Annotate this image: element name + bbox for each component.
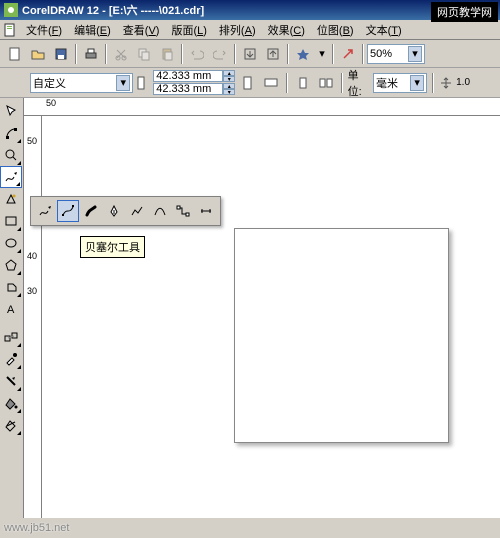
- redo-button[interactable]: [209, 43, 231, 65]
- separator: [332, 44, 334, 64]
- nudge-value: 1.0: [456, 77, 470, 88]
- menu-arrange[interactable]: 排列(A): [213, 20, 262, 40]
- fill-tool[interactable]: [0, 392, 22, 414]
- ruler-tick: 30: [27, 286, 37, 296]
- print-button[interactable]: [80, 43, 102, 65]
- page-rect: [234, 228, 449, 443]
- corel-online-button[interactable]: [337, 43, 359, 65]
- spin-down[interactable]: ▾: [223, 89, 235, 95]
- polyline-tool-flyout[interactable]: [126, 200, 148, 222]
- interactive-fill-tool[interactable]: [0, 414, 22, 436]
- save-button[interactable]: [50, 43, 72, 65]
- menu-layout[interactable]: 版面(L): [165, 20, 212, 40]
- undo-button[interactable]: [186, 43, 208, 65]
- page-single-button[interactable]: [293, 72, 313, 94]
- freehand-tool-flyout[interactable]: [34, 200, 56, 222]
- menubar: 文件(F) 编辑(E) 查看(V) 版面(L) 排列(A) 效果(C) 位图(B…: [0, 20, 500, 40]
- separator: [234, 44, 236, 64]
- titlebar-text: CorelDRAW 12 - [E:\六 -----\021.cdr]: [22, 2, 496, 18]
- menu-file[interactable]: 文件(F): [20, 20, 68, 40]
- app-launcher-button[interactable]: [292, 43, 314, 65]
- app-icon: [4, 3, 18, 17]
- page-width-input[interactable]: 42.333 mm: [153, 70, 223, 82]
- zoom-tool[interactable]: [0, 144, 22, 166]
- ruler-tick: 50: [46, 98, 56, 108]
- menu-text[interactable]: 文本(T): [360, 20, 408, 40]
- titlebar: CorelDRAW 12 - [E:\六 -----\021.cdr]: [0, 0, 500, 20]
- separator: [75, 44, 77, 64]
- bezier-tool-flyout[interactable]: [57, 200, 79, 222]
- unit-label: 单位:: [348, 67, 370, 99]
- landscape-button[interactable]: [261, 72, 281, 94]
- three-point-curve-flyout[interactable]: [149, 200, 171, 222]
- menu-view[interactable]: 查看(V): [117, 20, 166, 40]
- property-bar: 自定义 ▾ 42.333 mm▴▾ 42.333 mm▴▾ 单位: 毫米 ▾ 1…: [0, 68, 500, 98]
- ruler-tick: 40: [27, 251, 37, 261]
- zoom-value: 50%: [370, 48, 392, 60]
- document-icon: [2, 22, 18, 38]
- copy-button: [133, 43, 155, 65]
- separator: [181, 44, 183, 64]
- new-button[interactable]: [4, 43, 26, 65]
- canvas-area[interactable]: 50 50 40 30 贝塞尔工具: [24, 98, 500, 518]
- separator: [341, 73, 343, 93]
- separator: [105, 44, 107, 64]
- ellipse-tool[interactable]: [0, 232, 22, 254]
- chevron-down-icon[interactable]: ▾: [116, 75, 130, 91]
- ruler-horizontal[interactable]: 50: [24, 98, 500, 116]
- separator: [286, 73, 288, 93]
- open-button[interactable]: [27, 43, 49, 65]
- separator: [362, 44, 364, 64]
- cut-button: [110, 43, 132, 65]
- import-button[interactable]: [239, 43, 261, 65]
- eyedropper-tool[interactable]: [0, 348, 22, 370]
- spin-down[interactable]: ▾: [223, 76, 235, 82]
- ruler-tick: 50: [27, 136, 37, 146]
- dimension-tool-flyout[interactable]: [195, 200, 217, 222]
- menu-bitmap[interactable]: 位图(B): [311, 20, 360, 40]
- text-tool[interactable]: A: [0, 298, 22, 320]
- artistic-media-tool-flyout[interactable]: [80, 200, 102, 222]
- toolbox: A: [0, 98, 24, 518]
- zoom-combo[interactable]: 50% ▾: [367, 44, 425, 64]
- menu-effects[interactable]: 效果(C): [262, 20, 311, 40]
- separator: [432, 73, 434, 93]
- paper-size-combo[interactable]: 自定义 ▾: [30, 73, 133, 93]
- outline-tool[interactable]: [0, 370, 22, 392]
- shape-tool[interactable]: [0, 122, 22, 144]
- menu-edit[interactable]: 编辑(E): [68, 20, 117, 40]
- unit-value: 毫米: [376, 75, 398, 91]
- workspace: A 50 50 40 30 贝塞尔工具: [0, 98, 500, 518]
- watermark-top-right: 网页教学网: [431, 2, 498, 22]
- basic-shapes-tool[interactable]: [0, 276, 22, 298]
- chevron-down-icon[interactable]: ▾: [410, 75, 424, 91]
- svg-text:A: A: [7, 304, 15, 316]
- separator: [287, 44, 289, 64]
- paste-button: [156, 43, 178, 65]
- chevron-down-icon[interactable]: ▾: [408, 46, 422, 62]
- unit-combo[interactable]: 毫米 ▾: [373, 73, 427, 93]
- polygon-tool[interactable]: [0, 254, 22, 276]
- page-height-input[interactable]: 42.333 mm: [153, 83, 223, 95]
- page-facing-button[interactable]: [316, 72, 336, 94]
- paper-size-value: 自定义: [33, 75, 66, 91]
- ruler-vertical[interactable]: 50 40 30: [24, 116, 42, 518]
- pen-tool-flyout[interactable]: [103, 200, 125, 222]
- nudge-icon: [439, 76, 453, 90]
- tooltip: 贝塞尔工具: [80, 236, 145, 258]
- blend-tool[interactable]: [0, 326, 22, 348]
- standard-toolbar: ▾ 50% ▾: [0, 40, 500, 68]
- dimensions-group: 42.333 mm▴▾ 42.333 mm▴▾: [153, 70, 235, 95]
- freehand-tool[interactable]: [0, 166, 22, 188]
- export-button[interactable]: [262, 43, 284, 65]
- smart-draw-tool[interactable]: [0, 188, 22, 210]
- portrait-button[interactable]: [238, 72, 258, 94]
- rectangle-tool[interactable]: [0, 210, 22, 232]
- watermark-bottom-left: www.jb51.net: [4, 522, 69, 534]
- width-icon: [136, 76, 150, 90]
- connector-tool-flyout[interactable]: [172, 200, 194, 222]
- dropdown-icon[interactable]: ▾: [315, 47, 329, 60]
- curve-flyout-toolbar: [30, 196, 221, 226]
- pick-tool[interactable]: [0, 100, 22, 122]
